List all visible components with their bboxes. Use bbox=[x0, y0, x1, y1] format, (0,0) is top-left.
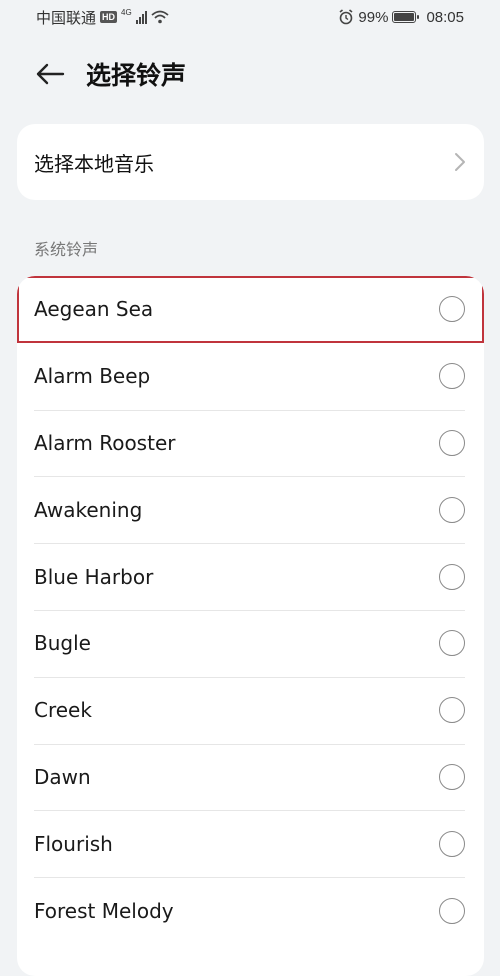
wifi-icon bbox=[151, 10, 169, 24]
page-title: 选择铃声 bbox=[86, 61, 187, 90]
radio-button[interactable] bbox=[439, 830, 465, 857]
radio-button[interactable] bbox=[439, 563, 465, 590]
ringtone-label: Dawn bbox=[34, 764, 91, 789]
ringtone-item-dawn[interactable]: Dawn bbox=[17, 743, 484, 811]
radio-button[interactable] bbox=[439, 897, 465, 924]
radio-button[interactable] bbox=[439, 697, 465, 724]
ringtone-label: Bugle bbox=[34, 631, 91, 656]
ringtone-item-creek[interactable]: Creek bbox=[17, 676, 484, 744]
ringtone-item-forest-melody[interactable]: Forest Melody bbox=[17, 877, 484, 944]
ringtone-label: Flourish bbox=[34, 831, 113, 856]
ringtone-label: Blue Harbor bbox=[34, 564, 154, 589]
system-ringtones-section-label: 系统铃声 bbox=[34, 240, 99, 259]
carrier-name: 中国联通 bbox=[36, 9, 97, 27]
battery-fill bbox=[394, 13, 415, 21]
clock-time: 08:05 bbox=[426, 8, 464, 26]
chevron-right-icon bbox=[455, 153, 465, 171]
radio-button[interactable] bbox=[439, 630, 465, 657]
ringtone-item-alarm-rooster[interactable]: Alarm Rooster bbox=[17, 409, 484, 477]
app-header: 选择铃声 bbox=[0, 46, 500, 102]
radio-button[interactable] bbox=[439, 763, 465, 790]
ringtone-label: Alarm Beep bbox=[34, 364, 151, 389]
arrow-left-icon bbox=[36, 63, 65, 85]
ringtone-label: Creek bbox=[34, 698, 92, 723]
ringtone-item-awakening[interactable]: Awakening bbox=[17, 476, 484, 543]
ringtone-item-blue-harbor[interactable]: Blue Harbor bbox=[17, 543, 484, 610]
select-local-music-label: 选择本地音乐 bbox=[34, 151, 154, 176]
alarm-icon bbox=[339, 9, 353, 25]
signal-icon bbox=[135, 10, 147, 24]
ringtone-list: Aegean Sea Alarm Beep Alarm Rooster Awak… bbox=[17, 276, 484, 976]
radio-button[interactable] bbox=[439, 363, 465, 390]
back-button[interactable] bbox=[32, 56, 68, 92]
radio-button[interactable] bbox=[439, 429, 465, 456]
ringtone-label: Forest Melody bbox=[34, 898, 174, 923]
status-left: 中国联通 HD 4G bbox=[36, 7, 169, 28]
ringtone-label: Alarm Rooster bbox=[34, 430, 176, 455]
ringtone-item-alarm-beep[interactable]: Alarm Beep bbox=[17, 343, 484, 410]
battery-icon bbox=[392, 11, 420, 23]
radio-button[interactable] bbox=[439, 296, 465, 323]
radio-button[interactable] bbox=[439, 496, 465, 523]
select-local-music-button[interactable]: 选择本地音乐 bbox=[17, 124, 484, 200]
ringtone-item-aegean-sea[interactable]: Aegean Sea bbox=[17, 276, 484, 343]
network-type: 4G bbox=[121, 7, 132, 17]
ringtone-item-bugle[interactable]: Bugle bbox=[17, 609, 484, 677]
ringtone-item-flourish[interactable]: Flourish bbox=[17, 810, 484, 877]
ringtone-label: Awakening bbox=[34, 497, 143, 522]
battery-percent: 99% bbox=[358, 8, 389, 26]
status-right: 99% 08:05 bbox=[338, 9, 464, 26]
ringtone-label: Aegean Sea bbox=[34, 297, 154, 322]
hd-badge: HD bbox=[100, 11, 118, 23]
status-bar: 中国联通 HD 4G 99% 08:05 bbox=[0, 0, 500, 34]
